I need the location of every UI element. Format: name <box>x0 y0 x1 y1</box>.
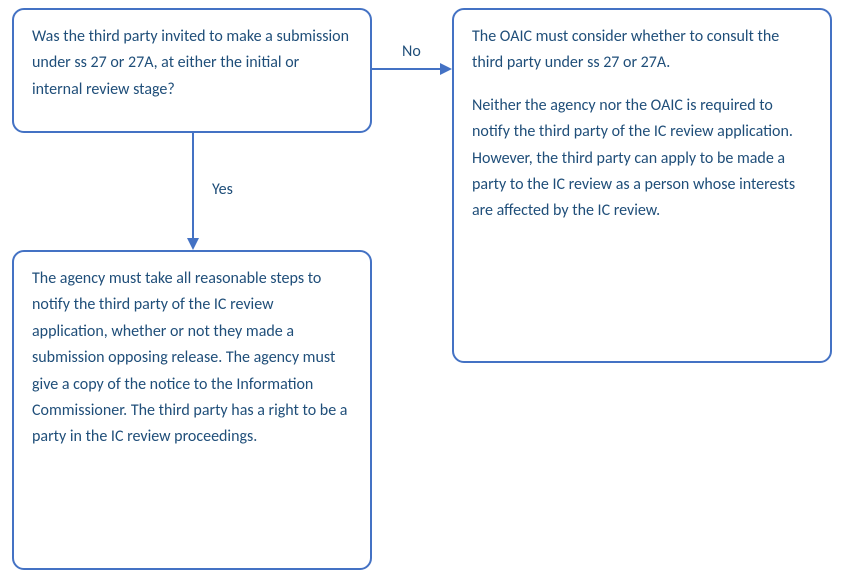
arrow-no-head <box>440 63 452 75</box>
edge-label-no: No <box>402 42 421 61</box>
outcome-no-paragraph-2: Neither the agency nor the OAIC is requi… <box>472 93 812 225</box>
outcome-no-paragraph-1: The OAIC must consider whether to consul… <box>472 24 812 77</box>
arrow-no-line <box>372 68 440 70</box>
edge-label-yes: Yes <box>212 180 233 199</box>
decision-question-box: Was the third party invited to make a su… <box>12 8 372 133</box>
outcome-yes-box: The agency must take all reasonable step… <box>12 250 372 570</box>
arrow-yes-head <box>187 238 199 250</box>
arrow-yes-line <box>192 133 194 238</box>
question-text: Was the third party invited to make a su… <box>32 24 352 103</box>
outcome-no-box: The OAIC must consider whether to consul… <box>452 8 832 363</box>
outcome-yes-text: The agency must take all reasonable step… <box>32 266 352 451</box>
